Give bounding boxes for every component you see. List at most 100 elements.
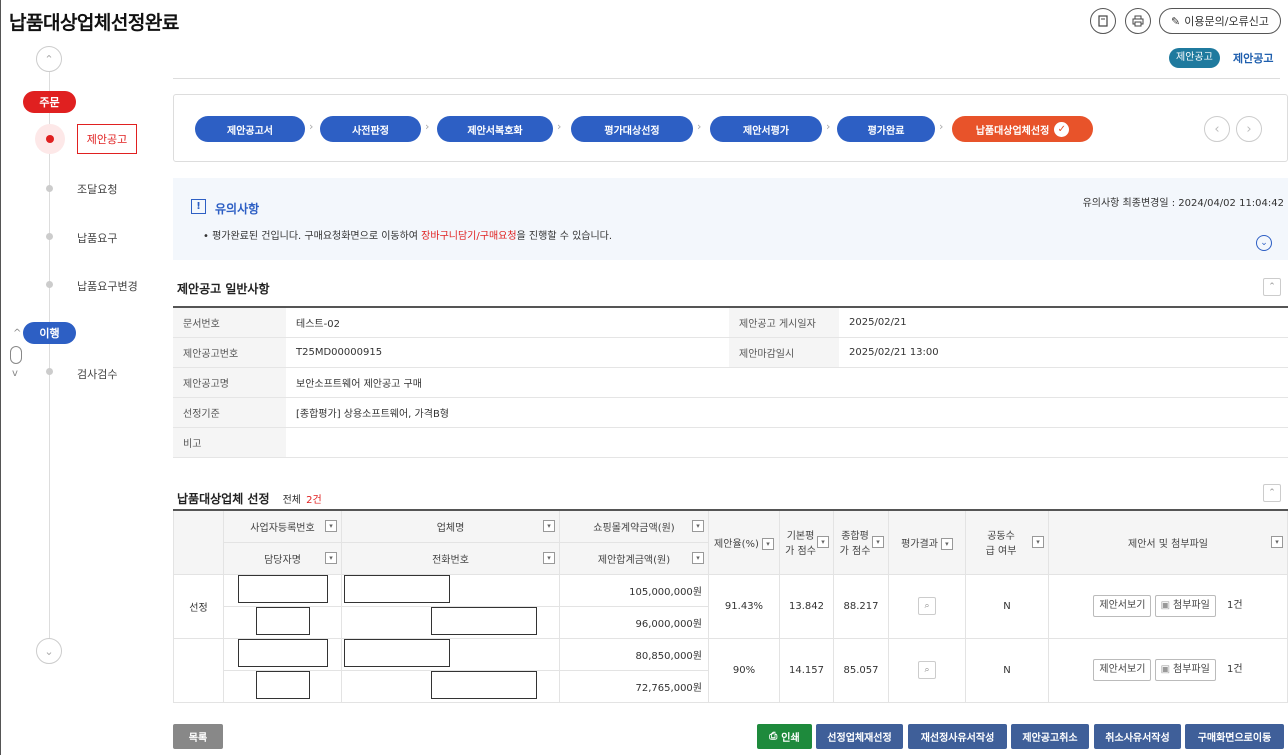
step-3[interactable]: 제안서복호화: [437, 116, 553, 142]
sidebar-item-delivery-change[interactable]: 납품요구변경: [77, 278, 138, 294]
notice-title: 유의사항: [215, 202, 260, 216]
file-count: 1건: [1227, 664, 1243, 675]
redacted-block: [344, 574, 450, 603]
sidebar-item-notice[interactable]: 제안공고: [77, 124, 137, 154]
label: 제안공고명: [173, 367, 286, 398]
filter-icon[interactable]: ▾: [692, 520, 704, 533]
magnifier-icon[interactable]: ⌕: [918, 661, 936, 679]
step-4[interactable]: 평가대상선정: [571, 116, 693, 142]
bookmark-icon: [1098, 15, 1108, 27]
post-date: 2025/02/21: [839, 306, 1288, 338]
chevron-down-icon[interactable]: v: [12, 368, 18, 379]
chevron-right-icon: ›: [309, 120, 314, 133]
sidebar-item-request[interactable]: 조달요청: [77, 181, 117, 197]
page-title: 납품대상업체선정완료: [9, 12, 179, 34]
filter-icon[interactable]: ▾: [872, 536, 884, 549]
attach-file-button[interactable]: ▣ 첨부파일: [1154, 659, 1216, 681]
redacted-block: [344, 638, 450, 667]
sidebar-item-delivery[interactable]: 납품요구: [77, 230, 117, 246]
chevron-right-icon: ›: [939, 120, 944, 133]
rate: 90%: [708, 637, 780, 703]
step-2[interactable]: 사전판정: [320, 116, 421, 142]
rate: 91.43%: [708, 573, 780, 639]
base-score: 13.842: [779, 573, 834, 639]
expand-icon[interactable]: ⌄: [1256, 235, 1272, 251]
bookmark-button[interactable]: [1090, 8, 1116, 34]
chevron-right-icon: ›: [425, 120, 430, 133]
total-score: 88.217: [833, 573, 889, 639]
redacted-block: [431, 670, 537, 699]
label: 문서번호: [173, 306, 286, 338]
next-step-icon[interactable]: ›: [1236, 116, 1262, 142]
printer-icon: ⎙: [769, 731, 778, 742]
total-count: 2건: [306, 495, 322, 506]
mini-label[interactable]: 제안공고: [1233, 50, 1273, 66]
general-table: 문서번호 테스트-02 제안공고 게시일자 2025/02/21 제안공고번호 …: [173, 306, 1288, 458]
collapse-icon[interactable]: ⌃: [1263, 278, 1281, 296]
joint: N: [965, 573, 1049, 639]
filter-icon[interactable]: ▾: [940, 537, 953, 550]
sidebar-group-exec: 이행: [23, 322, 76, 344]
scroll-up-icon[interactable]: ⌃: [36, 46, 62, 72]
inquiry-label: 이용문의/오류신고: [1184, 15, 1269, 28]
status-cell: 선정: [173, 573, 224, 639]
scroll-down-icon[interactable]: ⌄: [36, 638, 62, 664]
active-dot: [46, 135, 54, 143]
sidebar-dot: [46, 185, 53, 192]
sidebar-group-order: 주문: [23, 91, 76, 113]
filter-icon[interactable]: ▾: [1271, 536, 1283, 549]
mall-amount: 105,000,000원: [559, 573, 709, 607]
base-score: 14.157: [779, 637, 834, 703]
view-proposal-button[interactable]: 제안서보기: [1093, 595, 1152, 617]
step-6[interactable]: 평가완료: [837, 116, 935, 142]
filter-icon[interactable]: ▾: [761, 537, 774, 550]
attach-file-button[interactable]: ▣ 첨부파일: [1154, 595, 1216, 617]
criteria: [종합평가] 상용소프트웨어, 가격B형: [286, 397, 1288, 428]
chevron-right-icon: ›: [557, 120, 562, 133]
redacted-block: [237, 638, 328, 667]
step-1[interactable]: 제안공고서: [195, 116, 305, 142]
list-button[interactable]: 목록: [173, 724, 223, 749]
filter-icon[interactable]: ▾: [543, 520, 555, 533]
label: 제안공고 게시일자: [729, 306, 839, 338]
goto-purchase-button[interactable]: 구매화면으로이동: [1185, 724, 1284, 749]
cancel-reason-button[interactable]: 취소사유서작성: [1094, 724, 1181, 749]
redacted-block: [255, 606, 310, 635]
reselect-reason-button[interactable]: 재선정사유서작성: [908, 724, 1007, 749]
proposal-amount: 72,765,000원: [559, 669, 709, 703]
print-icon-button[interactable]: [1125, 8, 1151, 34]
total-label: 전체: [282, 495, 301, 506]
filter-icon[interactable]: ▾: [543, 552, 555, 564]
filter-icon[interactable]: ▾: [325, 520, 337, 533]
joint: N: [965, 637, 1049, 703]
reselect-button[interactable]: 선정업체재선정: [816, 724, 903, 749]
collapse-icon[interactable]: ⌃: [1263, 484, 1281, 502]
check-circle-icon: ✓: [1054, 121, 1070, 137]
mouse-icon: [10, 346, 22, 364]
sidebar-dot: [46, 281, 53, 288]
chevron-up-icon[interactable]: ^: [13, 328, 21, 339]
inquiry-button[interactable]: ✎ 이용문의/오류신고: [1159, 8, 1281, 34]
redacted-block: [237, 574, 328, 603]
wrench-icon: ✎: [1171, 14, 1181, 28]
filter-icon[interactable]: ▾: [692, 552, 704, 564]
vendor-table: 사업자등록번호 ▾ 업체명 ▾ 쇼핑몰계약금액(원) ▾ 제안율(%) ▾ 기본평가 점…: [173, 509, 1288, 703]
step-5[interactable]: 제안서평가: [710, 116, 822, 142]
print-button[interactable]: ⎙ 인쇄: [757, 724, 812, 749]
filter-icon[interactable]: ▾: [325, 552, 337, 564]
view-proposal-button[interactable]: 제안서보기: [1093, 659, 1152, 681]
attach-icon: ▣: [1160, 600, 1171, 611]
deadline: 2025/02/21 13:00: [839, 337, 1288, 368]
chevron-right-icon: ›: [826, 120, 831, 133]
sidebar-item-inspection[interactable]: 검사검수: [77, 366, 117, 382]
notice-updated: 유의사항 최종변경일 : 2024/04/02 11:04:42: [1082, 198, 1284, 209]
filter-icon[interactable]: ▾: [817, 536, 829, 549]
cancel-notice-button[interactable]: 제안공고취소: [1011, 724, 1089, 749]
proposal-amount: 96,000,000원: [559, 605, 709, 639]
step-7-active[interactable]: 납품대상업체선정 ✓: [952, 116, 1093, 142]
label: 제안마감일시: [729, 337, 839, 368]
filter-icon[interactable]: ▾: [1032, 536, 1044, 549]
redacted-block: [431, 606, 537, 635]
magnifier-icon[interactable]: ⌕: [918, 597, 936, 615]
prev-step-icon[interactable]: ‹: [1204, 116, 1230, 142]
